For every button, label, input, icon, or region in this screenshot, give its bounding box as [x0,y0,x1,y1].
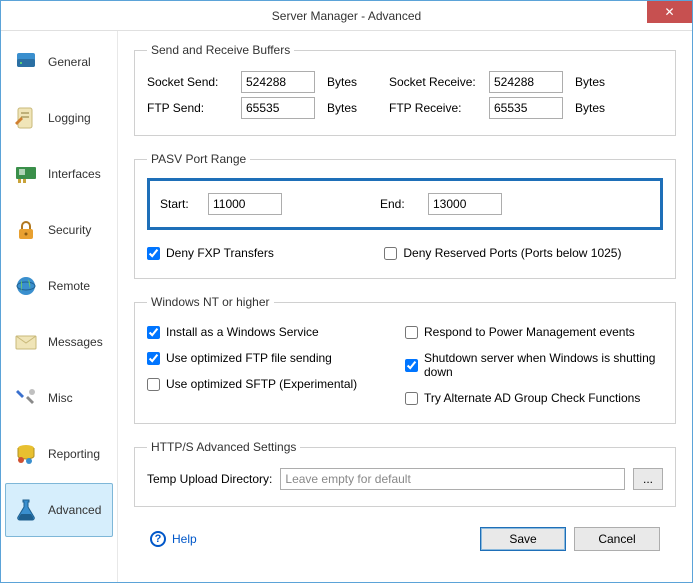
ftp-send-label: FTP Send: [147,101,233,115]
https-legend: HTTP/S Advanced Settings [147,440,300,454]
nt-legend: Windows NT or higher [147,295,274,309]
sidebar-item-messages[interactable]: Messages [5,315,113,369]
socket-send-label: Socket Send: [147,75,233,89]
content-panel: Send and Receive Buffers Socket Send: By… [118,31,692,582]
respond-power-checkbox[interactable] [405,326,418,339]
pasv-start-input[interactable] [208,193,282,215]
optimized-sftp-label: Use optimized SFTP (Experimental) [166,377,357,391]
cancel-label: Cancel [598,532,635,546]
titlebar: Server Manager - Advanced ✕ [1,1,692,31]
pasv-end-label: End: [380,197,420,211]
browse-button[interactable]: ... [633,468,663,490]
sidebar-item-remote[interactable]: Remote [5,259,113,313]
ftp-receive-label: FTP Receive: [389,101,481,115]
buffers-group: Send and Receive Buffers Socket Send: By… [134,43,676,136]
temp-upload-label: Temp Upload Directory: [147,472,272,486]
flask-icon [12,496,40,524]
sidebar-item-misc[interactable]: Misc [5,371,113,425]
network-card-icon [12,160,40,188]
shutdown-checkbox[interactable] [405,359,418,372]
envelope-icon [12,328,40,356]
sidebar-item-general[interactable]: General [5,35,113,89]
sidebar-item-label: Misc [48,391,73,405]
sidebar-item-label: Security [48,223,91,237]
sidebar-item-label: Messages [48,335,103,349]
server-icon [12,48,40,76]
alt-ad-label: Try Alternate AD Group Check Functions [424,391,640,405]
socket-receive-input[interactable] [489,71,563,93]
globe-icon [12,272,40,300]
respond-power-label: Respond to Power Management events [424,325,635,339]
unit-label: Bytes [327,75,367,89]
deny-fxp-label: Deny FXP Transfers [166,246,274,260]
sidebar-item-reporting[interactable]: Reporting [5,427,113,481]
help-icon: ? [150,531,166,547]
sidebar-item-security[interactable]: Security [5,203,113,257]
sidebar-item-interfaces[interactable]: Interfaces [5,147,113,201]
sidebar-item-label: Logging [48,111,91,125]
sidebar: General Logging Interfaces Security [1,31,118,582]
cancel-button[interactable]: Cancel [574,527,660,551]
close-button[interactable]: ✕ [647,1,692,23]
pasv-start-label: Start: [160,197,200,211]
footer: ? Help Save Cancel [134,519,676,563]
unit-label: Bytes [575,101,615,115]
database-people-icon [12,440,40,468]
sidebar-item-label: Remote [48,279,90,293]
alt-ad-checkbox[interactable] [405,392,418,405]
temp-upload-input[interactable] [280,468,625,490]
log-icon [12,104,40,132]
buffers-legend: Send and Receive Buffers [147,43,294,57]
unit-label: Bytes [327,101,367,115]
optimized-sftp-checkbox[interactable] [147,378,160,391]
sidebar-item-label: General [48,55,91,69]
https-group: HTTP/S Advanced Settings Temp Upload Dir… [134,440,676,507]
tools-icon [12,384,40,412]
optimized-ftp-label: Use optimized FTP file sending [166,351,332,365]
save-button[interactable]: Save [480,527,566,551]
deny-fxp-checkbox[interactable] [147,247,160,260]
optimized-ftp-checkbox[interactable] [147,352,160,365]
close-icon: ✕ [664,5,674,19]
save-label: Save [509,532,536,546]
help-label: Help [172,532,197,546]
nt-group: Windows NT or higher Install as a Window… [134,295,676,424]
install-service-checkbox[interactable] [147,326,160,339]
sidebar-item-advanced[interactable]: Advanced [5,483,113,537]
pasv-end-input[interactable] [428,193,502,215]
sidebar-item-label: Advanced [48,503,101,517]
pasv-highlight: Start: End: [147,178,663,230]
deny-reserved-label: Deny Reserved Ports (Ports below 1025) [403,246,621,260]
pasv-group: PASV Port Range Start: End: Deny FXP Tra… [134,152,676,279]
pasv-legend: PASV Port Range [147,152,250,166]
deny-reserved-checkbox[interactable] [384,247,397,260]
help-link[interactable]: ? Help [150,531,197,547]
shutdown-label: Shutdown server when Windows is shutting… [424,351,663,379]
sidebar-item-label: Interfaces [48,167,101,181]
body: General Logging Interfaces Security [1,31,692,582]
socket-send-input[interactable] [241,71,315,93]
window-title: Server Manager - Advanced [272,9,421,23]
ellipsis-icon: ... [643,472,653,486]
ftp-send-input[interactable] [241,97,315,119]
sidebar-item-label: Reporting [48,447,100,461]
socket-receive-label: Socket Receive: [389,75,481,89]
unit-label: Bytes [575,75,615,89]
sidebar-item-logging[interactable]: Logging [5,91,113,145]
window: Server Manager - Advanced ✕ General Logg… [0,0,693,583]
install-service-label: Install as a Windows Service [166,325,319,339]
ftp-receive-input[interactable] [489,97,563,119]
lock-icon [12,216,40,244]
